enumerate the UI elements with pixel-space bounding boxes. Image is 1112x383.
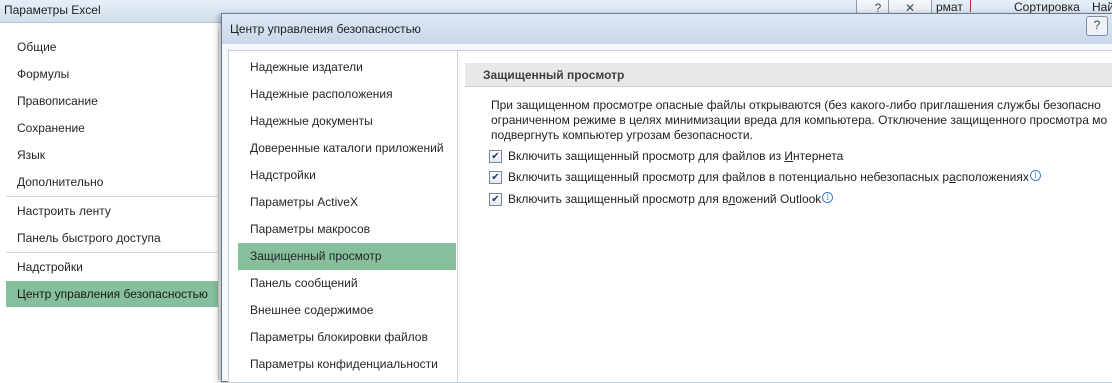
tc-item-addins[interactable]: Надстройки bbox=[238, 162, 456, 189]
tc-item-trusted-app-catalogs[interactable]: Доверенные каталоги приложений bbox=[238, 135, 456, 162]
info-icon[interactable]: i bbox=[822, 192, 834, 203]
nav-item-language[interactable]: Язык bbox=[6, 142, 218, 168]
protected-view-description: При защищенном просмотре опасные файлы о… bbox=[491, 98, 1112, 143]
section-title: Защищенный просмотр bbox=[483, 68, 625, 82]
nav-item-general[interactable]: Общие bbox=[6, 34, 218, 60]
info-icon[interactable]: i bbox=[1029, 170, 1041, 181]
nav-item-formulas[interactable]: Формулы bbox=[6, 61, 218, 87]
nav-item-save[interactable]: Сохранение bbox=[6, 115, 218, 141]
trust-center-dialog: Центр управления безопасностью ? Надежны… bbox=[221, 13, 1112, 383]
internet-files-checkbox[interactable]: ✔ bbox=[489, 150, 502, 163]
ribbon-sort-button[interactable]: Сортировка bbox=[1014, 0, 1080, 14]
dialog-title: Центр управления безопасностью bbox=[230, 22, 421, 36]
nav-item-proofing[interactable]: Правописание bbox=[6, 88, 218, 114]
option-label: Включить защищенный просмотр для файлов … bbox=[508, 149, 844, 163]
dialog-help-button[interactable]: ? bbox=[1086, 16, 1108, 36]
nav-item-trust-center[interactable]: Центр управления безопасностью bbox=[6, 281, 218, 307]
ribbon-find-fragment[interactable]: Най bbox=[1092, 0, 1112, 14]
description-line: подвергнуть компьютер угрозам безопаснос… bbox=[491, 128, 753, 142]
description-line: При защищенном просмотре опасные файлы о… bbox=[491, 98, 1101, 112]
ribbon-format-fragment[interactable]: рмат bbox=[936, 0, 963, 14]
protected-view-panel: Защищенный просмотр При защищенном просм… bbox=[465, 51, 1112, 382]
excel-options-nav: Общие Формулы Правописание Сохранение Яз… bbox=[6, 30, 219, 380]
nav-item-customize-ribbon[interactable]: Настроить ленту bbox=[6, 198, 218, 224]
tc-item-trusted-publishers[interactable]: Надежные издатели bbox=[238, 54, 456, 81]
tc-item-macro-settings[interactable]: Параметры макросов bbox=[238, 216, 456, 243]
dialog-body: Надежные издатели Надежные расположения … bbox=[228, 50, 1112, 383]
outlook-attachments-checkbox[interactable]: ✔ bbox=[489, 193, 502, 206]
tc-item-trusted-locations[interactable]: Надежные расположения bbox=[238, 81, 456, 108]
nav-item-addins[interactable]: Надстройки bbox=[6, 254, 218, 280]
option-label: Включить защищенный просмотр для вложени… bbox=[508, 192, 834, 206]
tc-item-trusted-documents[interactable]: Надежные документы bbox=[238, 108, 456, 135]
tc-item-protected-view[interactable]: Защищенный просмотр bbox=[238, 243, 456, 270]
excel-options-title: Параметры Excel bbox=[4, 3, 101, 17]
tc-item-file-block-settings[interactable]: Параметры блокировки файлов bbox=[238, 324, 456, 351]
tc-item-external-content[interactable]: Внешнее содержимое bbox=[238, 297, 456, 324]
description-line: ограниченном режиме в целях минимизации … bbox=[491, 113, 1108, 127]
trust-center-nav: Надежные издатели Надежные расположения … bbox=[229, 51, 458, 382]
section-header: Защищенный просмотр bbox=[465, 63, 1112, 87]
unsafe-locations-checkbox[interactable]: ✔ bbox=[489, 171, 502, 184]
option-label: Включить защищенный просмотр для файлов … bbox=[508, 170, 1041, 184]
dialog-titlebar[interactable]: Центр управления безопасностью ? bbox=[222, 14, 1112, 44]
nav-item-quick-access-toolbar[interactable]: Панель быстрого доступа bbox=[6, 225, 218, 251]
ribbon-divider bbox=[970, 0, 971, 12]
tc-item-activex-settings[interactable]: Параметры ActiveX bbox=[238, 189, 456, 216]
nav-divider bbox=[6, 196, 218, 197]
nav-item-advanced[interactable]: Дополнительно bbox=[6, 169, 218, 195]
tc-item-message-bar[interactable]: Панель сообщений bbox=[238, 270, 456, 297]
nav-divider bbox=[6, 252, 218, 253]
tc-item-privacy-options[interactable]: Параметры конфиденциальности bbox=[238, 351, 456, 378]
help-icon: ? bbox=[1093, 18, 1101, 32]
